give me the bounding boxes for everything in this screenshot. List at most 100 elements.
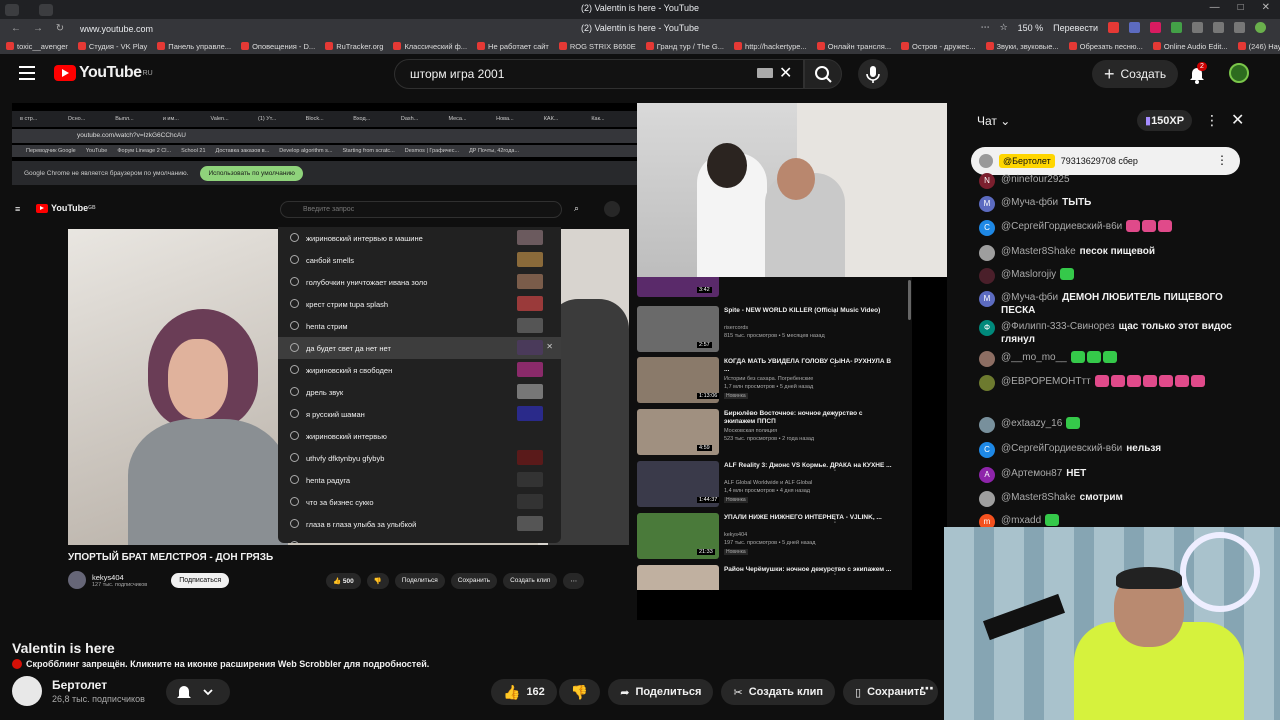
chat-menu-icon[interactable]: ⋮: [1205, 112, 1219, 129]
inner-logo-text: YouTube: [51, 203, 89, 213]
inner-tab: Как...: [591, 116, 605, 122]
chat-message[interactable]: @extaazy_16: [979, 417, 1259, 433]
menu-icon[interactable]: [19, 66, 35, 80]
chat-mode-dropdown[interactable]: Чат ⌄: [977, 114, 1010, 128]
bookmark-label: Обрезать песню...: [1079, 41, 1143, 51]
bookmark-item[interactable]: Обрезать песню...: [1068, 41, 1143, 51]
youtube-logo[interactable]: YouTube RU: [54, 64, 153, 82]
clear-search-icon[interactable]: ✕: [779, 63, 792, 83]
chat-avatar: [979, 245, 995, 261]
chat-author: @mxadd: [1001, 515, 1042, 526]
dislike-button[interactable]: 👎: [558, 679, 601, 705]
chat-message[interactable]: @ЕВРОРЕМОНТтт: [979, 375, 1259, 391]
maximize-icon[interactable]: □: [1238, 2, 1244, 13]
share-button[interactable]: ➦ Поделиться: [608, 679, 714, 705]
inner-suggestion-text: жириновский я свободен: [306, 365, 393, 375]
inner-menu-icon: ≡: [15, 204, 21, 214]
inner-suggestion-text: санбой smells: [306, 255, 355, 265]
channel-name[interactable]: Бертолет: [52, 678, 145, 692]
inner-suggestion-thumb: [517, 230, 543, 245]
thumbs-down-icon: 👎: [570, 683, 589, 700]
inner-video-duration: 1:44:37: [697, 497, 720, 503]
chat-author: @СергейГордиевский-в6и: [1001, 221, 1123, 232]
create-button[interactable]: + Создать: [1092, 60, 1179, 88]
more-icon[interactable]: ⋯: [981, 22, 990, 33]
extension-icon[interactable]: [1171, 22, 1182, 33]
bookmark-item[interactable]: Звуки, звуковые...: [985, 42, 1059, 51]
chat-author: @__mo_mo__: [1001, 352, 1067, 363]
inner-tab: Осно...: [67, 116, 86, 122]
bookmark-item[interactable]: Классический ф...: [393, 42, 467, 51]
account-avatar[interactable]: [1229, 63, 1249, 83]
bookmark-item[interactable]: Не работает сайт: [477, 42, 549, 51]
bookmark-item[interactable]: Онлайн трансля...: [816, 42, 891, 51]
inner-video-title-item: Район Черёмушки: ночное дежурство с экип…: [724, 566, 892, 573]
chat-message[interactable]: С @СергейГордиевский-в6и: [979, 220, 1259, 236]
inner-suggestion-text: henta радуга: [306, 475, 351, 485]
bookmark-item[interactable]: ROG STRIX B650E: [558, 42, 636, 51]
chat-message[interactable]: N @ninefour2925: [979, 173, 1259, 189]
chat-message[interactable]: @Maslorojiy: [979, 268, 1259, 284]
inner-suggestion-text: что за бизнес сукко: [306, 497, 374, 507]
extension-icon[interactable]: [1234, 22, 1245, 33]
voice-search-button[interactable]: [858, 59, 888, 89]
bookmark-item[interactable]: Панель управле...: [157, 42, 231, 51]
bookmark-item[interactable]: Online Audio Edit...: [1152, 42, 1228, 51]
inner-subscribe-button: Подписаться: [171, 572, 230, 588]
bookmark-item[interactable]: toxic__avenger: [6, 42, 68, 51]
bookmark-label: Остров - дружес...: [912, 41, 976, 51]
bookmark-item[interactable]: Оповещения - D...: [241, 42, 315, 51]
chat-message[interactable]: @Master8Shake смотрим: [979, 491, 1259, 507]
pinned-message[interactable]: @Бертолет 79313629708 сбер ⋮: [971, 147, 1240, 175]
extension-icon[interactable]: [1192, 22, 1203, 33]
bookmark-icon[interactable]: ☆: [1000, 22, 1008, 33]
chat-message[interactable]: С @СергейГордиевский-в6и нельзя: [979, 442, 1259, 458]
inner-video-item: 2:57 Spite - NEW WORLD KILLER (Official M…: [637, 306, 907, 358]
chat-avatar: С: [979, 442, 995, 458]
chat-message[interactable]: M @Муча-фби ДЕМОН ЛЮБИТЕЛЬ ПИЩЕВОГО ПЕСКА: [979, 291, 1259, 317]
chat-message[interactable]: @__mo_mo__: [979, 351, 1259, 367]
xp-badge[interactable]: ▮150XP: [1137, 110, 1193, 131]
create-label: Создать: [1120, 67, 1167, 81]
search-input[interactable]: шторм игра 2001: [394, 59, 804, 89]
close-window-icon[interactable]: ✕: [1262, 2, 1270, 13]
more-actions-icon[interactable]: ⋯: [920, 680, 934, 697]
inner-video-duration: 3:42: [697, 287, 712, 293]
emote-icon: [1045, 514, 1060, 527]
bookmark-item[interactable]: (246) Научу мать...: [1237, 42, 1280, 51]
like-button[interactable]: 👍 162: [491, 679, 557, 705]
chat-message[interactable]: Ф @Филипп-333-Свинорез щас только этот вид…: [979, 320, 1259, 346]
inner-suggestion-text: raiming music: [306, 542, 352, 544]
inner-bookmark: Desmos | Графичес...: [404, 148, 460, 154]
channel-avatar[interactable]: [12, 676, 42, 706]
inner-tab: КАК...: [543, 116, 559, 122]
search-button[interactable]: [804, 59, 842, 89]
inner-video-item: 1:44:37 ALF Reality 3: Джонс VS Кормье. Д…: [637, 461, 907, 513]
extension-icon[interactable]: [1108, 22, 1119, 33]
profile-icon[interactable]: [1255, 22, 1266, 33]
clip-button[interactable]: ✂ Создать клип: [721, 679, 836, 705]
extension-icon[interactable]: [1129, 22, 1140, 33]
chat-message[interactable]: @Master8Shake песок пищевой: [979, 245, 1259, 261]
inner-video-title-item: Spite - NEW WORLD KILLER (Official Music…: [724, 307, 881, 314]
keyboard-icon[interactable]: [757, 68, 773, 78]
extension-icon[interactable]: [1213, 22, 1224, 33]
extension-icon[interactable]: [1150, 22, 1161, 33]
zoom-level[interactable]: 150 %: [1018, 23, 1044, 33]
bookmark-item[interactable]: Студия - VK Play: [77, 42, 147, 51]
minimize-icon[interactable]: —: [1210, 2, 1220, 13]
chat-close-icon[interactable]: ✕: [1231, 110, 1244, 130]
inner-video-duration: 21:33: [697, 549, 715, 555]
translate-button[interactable]: Перевести: [1053, 23, 1098, 33]
chat-text: нельзя: [1126, 443, 1162, 454]
bookmark-item[interactable]: http://hackertype...: [734, 42, 807, 51]
subscription-bell-button[interactable]: [166, 679, 230, 705]
inner-video-item: Район Черёмушки: ночное дежурство с экип…: [637, 565, 907, 590]
bookmark-item[interactable]: RuTracker.org: [325, 42, 383, 51]
chat-message[interactable]: M @Муча-фби ТЫТЬ: [979, 196, 1259, 212]
bookmark-item[interactable]: Гранд тур / The G...: [645, 42, 724, 51]
chat-message[interactable]: A @Артемон87 НЕТ: [979, 467, 1259, 483]
pinned-menu-icon[interactable]: ⋮: [1216, 153, 1228, 167]
bookmark-item[interactable]: Остров - дружес...: [901, 42, 976, 51]
chat-author: @extaazy_16: [1001, 418, 1063, 429]
